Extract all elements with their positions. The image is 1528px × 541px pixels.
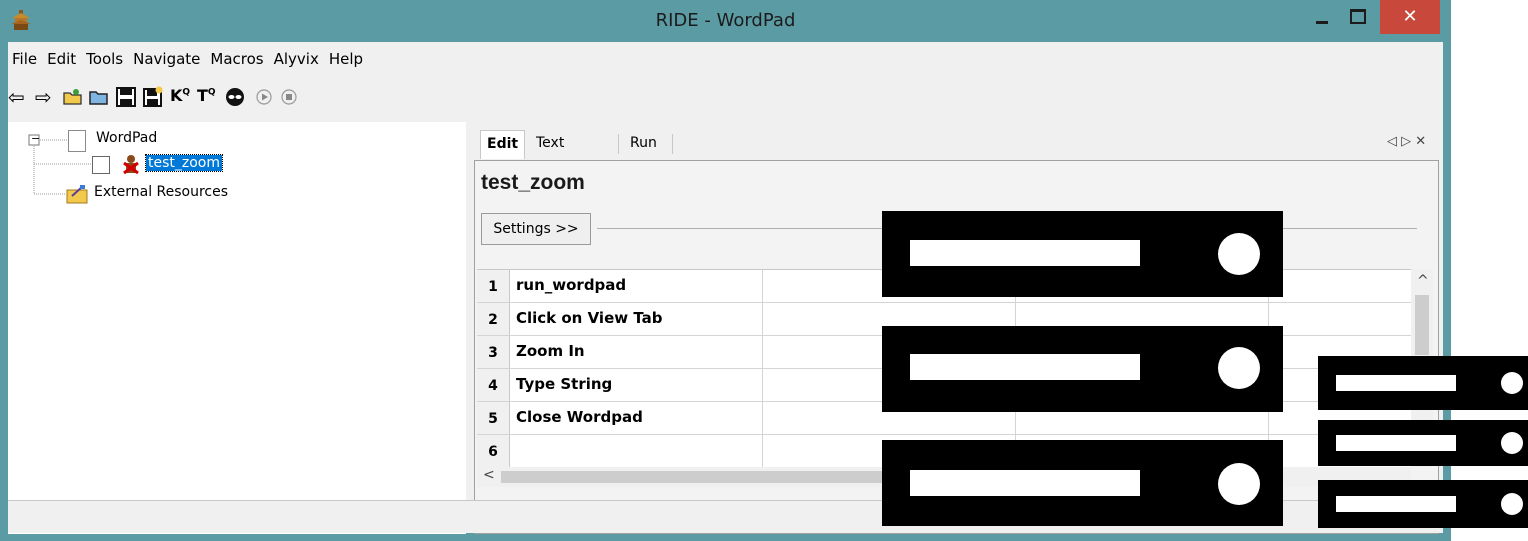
test-checkbox[interactable]	[92, 156, 110, 174]
tab-edit[interactable]: Edit	[480, 130, 526, 159]
settings-button[interactable]: Settings >>	[481, 213, 591, 245]
menu-macros[interactable]: Macros	[206, 50, 267, 68]
toolbar: ⇦ ⇨ KQ TQ	[8, 86, 448, 114]
file-icon	[68, 130, 86, 152]
row-number: 5	[477, 402, 510, 434]
server-overlay-icon	[1318, 420, 1528, 466]
grid-cell[interactable]: run_wordpad	[510, 270, 763, 302]
forward-arrow-icon[interactable]: ⇨	[35, 86, 57, 108]
failed-test-icon	[120, 153, 142, 179]
server-led	[1218, 233, 1260, 275]
keywords-sup: Q	[182, 87, 191, 98]
menu-help[interactable]: Help	[325, 50, 367, 68]
search-keywords-icon[interactable]: KQ	[170, 86, 192, 108]
menu-alyvix[interactable]: Alyvix	[270, 50, 323, 68]
row-number: 2	[477, 303, 510, 335]
server-led	[1218, 463, 1260, 505]
menu-file[interactable]: File	[8, 50, 41, 68]
tab-scroll-right-icon[interactable]: ▷	[1401, 134, 1411, 149]
tab-scroll-left-icon[interactable]: ◁	[1387, 134, 1397, 149]
tree-item-wordpad[interactable]: WordPad	[96, 130, 157, 146]
tab-text-edit[interactable]: Text Edit	[530, 130, 571, 177]
tab-divider	[618, 134, 619, 154]
keywords-glyph: K	[170, 86, 183, 105]
run-icon[interactable]	[253, 86, 275, 108]
row-number: 1	[477, 270, 510, 302]
menu-tools[interactable]: Tools	[82, 50, 127, 68]
alyvix-alien-icon[interactable]	[224, 86, 246, 108]
grid-cell[interactable]	[1269, 303, 1411, 335]
close-button[interactable]: ✕	[1380, 0, 1440, 34]
menu-navigate[interactable]: Navigate	[129, 50, 204, 68]
stop-icon[interactable]	[278, 86, 300, 108]
server-overlay-icon	[1318, 356, 1528, 410]
scroll-up-icon[interactable]: ^	[1417, 273, 1429, 289]
external-resources-icon	[66, 184, 88, 208]
maximize-button[interactable]	[1342, 0, 1372, 34]
minimize-button[interactable]	[1308, 0, 1338, 34]
tree-item-test-zoom[interactable]: test_zoom	[144, 154, 224, 172]
tests-glyph: T	[197, 86, 208, 105]
server-overlay-icon	[882, 440, 1283, 526]
tab-divider-2	[672, 134, 673, 154]
tree-item-external-resources[interactable]: External Resources	[94, 184, 228, 200]
grid-cell[interactable]: Close Wordpad	[510, 402, 763, 434]
forward-glyph: ⇨	[35, 85, 52, 109]
row-number: 6	[477, 435, 510, 467]
grid-cell[interactable]: Click on View Tab	[510, 303, 763, 335]
grid-cell[interactable]: Zoom In	[510, 336, 763, 368]
server-slot	[1336, 496, 1456, 512]
server-slot	[910, 470, 1140, 496]
row-number: 4	[477, 369, 510, 401]
tab-run[interactable]: Run	[624, 130, 663, 156]
server-led	[1501, 432, 1523, 454]
save-icon[interactable]	[115, 86, 137, 108]
menu-edit[interactable]: Edit	[43, 50, 80, 68]
tests-sup: Q	[207, 87, 216, 98]
window-title: RIDE - WordPad	[655, 10, 796, 31]
server-slot	[910, 354, 1140, 380]
back-arrow-icon[interactable]: ⇦	[8, 86, 30, 108]
back-glyph: ⇦	[8, 85, 25, 109]
server-led	[1501, 372, 1523, 394]
server-overlay-icon	[1318, 480, 1528, 528]
server-slot	[1336, 435, 1456, 451]
grid-cell[interactable]	[510, 435, 763, 467]
scroll-left-icon[interactable]: <	[483, 467, 495, 483]
server-slot	[910, 240, 1140, 266]
server-slot	[1336, 375, 1456, 391]
test-case-title: test_zoom	[481, 171, 585, 194]
save-all-icon[interactable]	[142, 86, 164, 108]
search-tests-icon[interactable]: TQ	[197, 86, 219, 108]
grid-cell[interactable]: Type String	[510, 369, 763, 401]
menu-bar: File Edit Tools Navigate Macros Alyvix Help	[8, 50, 369, 72]
grid-cell[interactable]	[1269, 270, 1411, 302]
open-suite-icon[interactable]	[62, 86, 84, 108]
open-directory-icon[interactable]	[88, 86, 110, 108]
server-led	[1501, 493, 1523, 515]
server-led	[1218, 347, 1260, 389]
tab-controls: ◁ ▷ ✕	[1387, 134, 1435, 149]
server-overlay-icon	[882, 211, 1283, 297]
project-tree[interactable]: − WordPad test_zoom External Resources	[8, 122, 466, 534]
server-overlay-icon	[882, 326, 1283, 412]
vertical-scroll-thumb[interactable]	[1415, 295, 1429, 355]
tree-collapse-icon[interactable]: −	[31, 132, 40, 146]
title-bar[interactable]: RIDE - WordPad ✕	[0, 0, 1451, 42]
tab-close-icon[interactable]: ✕	[1415, 134, 1426, 149]
close-icon: ✕	[1402, 6, 1418, 27]
row-number: 3	[477, 336, 510, 368]
